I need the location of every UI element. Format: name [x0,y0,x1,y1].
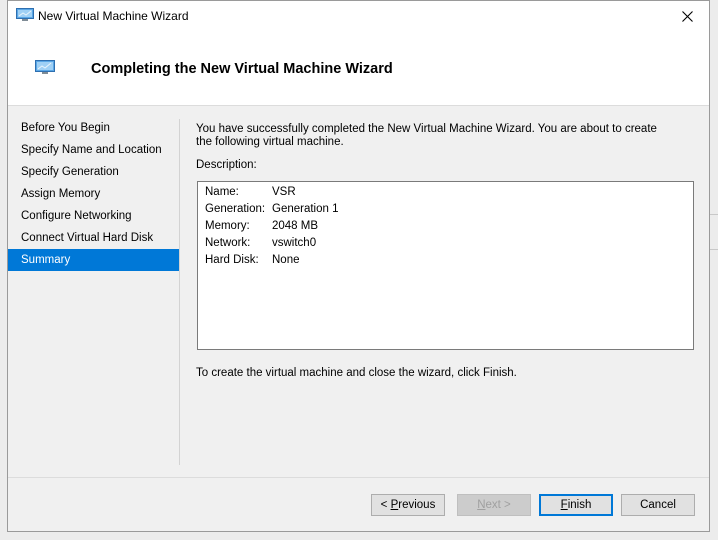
previous-rest: revious [398,499,436,511]
close-button[interactable] [665,1,709,32]
nav-divider [179,119,180,465]
nav-item-specify-generation[interactable]: Specify Generation [8,161,179,183]
previous-prefix: < [380,499,391,511]
wizard-dialog: New Virtual Machine Wizard Completing th… [7,0,710,532]
intro-text: You have successfully completed the New … [196,123,657,148]
background-window-edge [710,214,718,250]
description-value: Generation 1 [272,203,339,215]
description-row: Name: VSR [205,184,296,201]
monitor-icon [16,8,34,21]
nav-item-configure-networking[interactable]: Configure Networking [8,205,179,227]
description-value: VSR [272,186,296,198]
footer-divider [8,477,709,478]
description-value: 2048 MB [272,220,319,232]
previous-button[interactable]: < Previous [371,494,445,516]
wizard-header: Completing the New Virtual Machine Wizar… [8,32,709,106]
description-key: Name: [205,186,239,198]
nav-item-before-you-begin[interactable]: Before You Begin [8,117,179,139]
next-mnemonic: N [477,499,486,511]
monitor-icon [35,60,55,74]
next-rest: ext > [485,499,511,511]
description-row: Generation: Generation 1 [205,201,339,218]
next-button[interactable]: Next > [457,494,531,516]
nav-item-connect-virtual-hard-disk[interactable]: Connect Virtual Hard Disk [8,227,179,249]
finish-rest: inish [567,499,592,511]
description-key: Memory: [205,220,250,232]
nav-item-assign-memory[interactable]: Assign Memory [8,183,179,205]
previous-mnemonic: P [390,499,399,511]
finish-button[interactable]: Finish [539,494,613,516]
title-bar[interactable]: New Virtual Machine Wizard [8,1,709,32]
finish-mnemonic: F [560,499,568,511]
wizard-steps-nav: Before You Begin Specify Name and Locati… [8,117,179,271]
description-value: None [272,254,300,266]
description-value: vswitch0 [272,237,317,249]
nav-item-specify-name-and-location[interactable]: Specify Name and Location [8,139,179,161]
description-key: Generation: [205,203,266,215]
description-row: Memory: 2048 MB [205,218,318,235]
description-label: Description: [196,159,257,171]
close-icon [681,11,693,22]
description-row: Network: vswitch0 [205,235,316,252]
finish-instruction: To create the virtual machine and close … [196,367,517,379]
description-key: Network: [205,237,251,249]
cancel-button[interactable]: Cancel [621,494,695,516]
nav-item-summary[interactable]: Summary [8,249,179,271]
description-key: Hard Disk: [205,254,259,266]
description-row: Hard Disk: None [205,252,300,269]
window-title: New Virtual Machine Wizard [38,9,189,23]
description-box[interactable]: Name: VSR Generation: Generation 1 Memory:… [197,181,694,350]
page-title: Completing the New Virtual Machine Wizar… [91,61,393,77]
